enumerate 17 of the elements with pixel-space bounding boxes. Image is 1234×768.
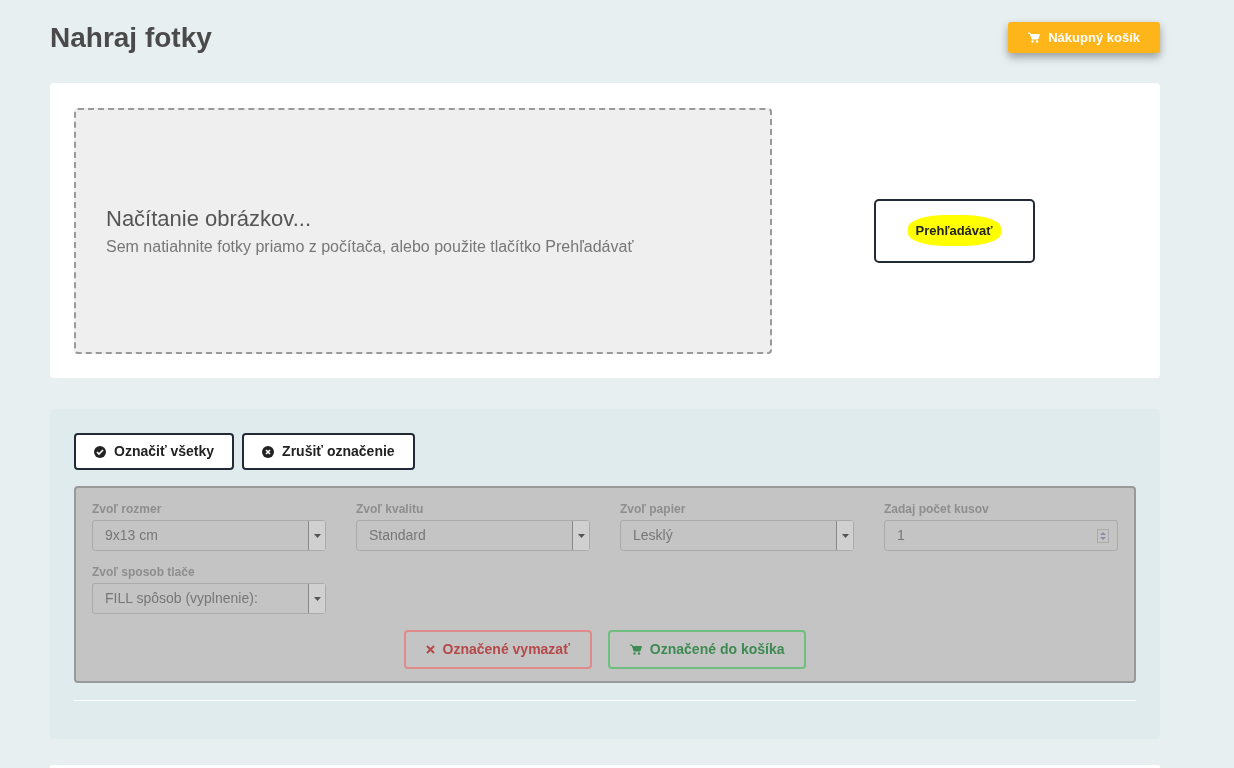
drop-zone-hint: Sem natiahnite fotky priamo z počítača, alebo použite tlačítko Prehľadávať (106, 237, 635, 257)
cart-button[interactable]: Nákupný košík (1008, 21, 1160, 54)
check-circle-icon (94, 445, 106, 458)
cart-icon (1028, 32, 1041, 43)
dropdown-arrow-icon (313, 533, 321, 538)
page-title: Nahraj fotky (50, 20, 212, 55)
selection-button[interactable]: Označiť všetky (74, 433, 235, 470)
cart-icon (629, 644, 642, 655)
close-icon (425, 645, 435, 654)
drop-zone[interactable]: Načítanie obrázkov... Sem natiahnite fotky priamo z počítača, alebo použite tlačítko Prehľadávať (74, 107, 772, 354)
dropdown-arrow-icon (841, 533, 849, 538)
browse-button[interactable]: Prehľadávať (873, 198, 1035, 263)
dropdown-arrow-icon (313, 596, 321, 601)
selection-button[interactable]: Zrušiť označenie (242, 433, 415, 470)
close-circle-icon (262, 445, 275, 458)
dropdown-arrow-icon (577, 533, 585, 538)
drop-zone-heading: Načítanie obrázkov... (106, 205, 313, 233)
